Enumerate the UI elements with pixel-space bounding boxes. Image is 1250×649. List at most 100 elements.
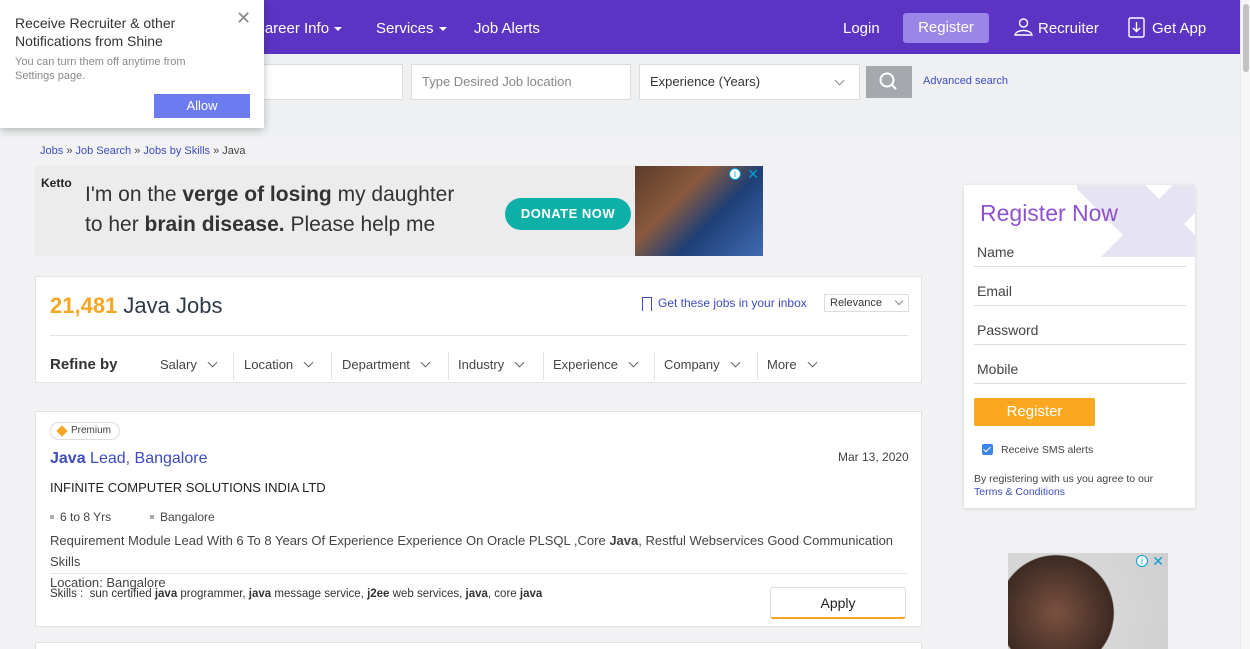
apply-button[interactable]: Apply (770, 587, 906, 619)
filter-industry[interactable]: Industry (458, 357, 525, 372)
register-title: Register Now (980, 200, 1119, 226)
filter-company[interactable]: Company (664, 357, 741, 372)
checkbox-checked-icon[interactable] (982, 444, 993, 455)
premium-badge: Premium (50, 422, 121, 440)
search-button[interactable] (866, 66, 912, 98)
ad-text-part: Please help me (284, 213, 436, 236)
skill-text: , core (487, 588, 520, 600)
chevron-down-icon (807, 357, 818, 368)
caret-down-icon (334, 27, 343, 32)
nav-get-app-label: Get App (1152, 20, 1207, 37)
breadcrumb-separator: » (134, 145, 141, 157)
divider (331, 352, 332, 380)
nav-get-app[interactable]: Get App (1128, 0, 1206, 54)
skill-keyword: java (465, 588, 488, 600)
keyword-input[interactable] (250, 64, 403, 100)
breadcrumb-job-search[interactable]: Job Search (76, 145, 132, 157)
skill-text: message service, (271, 588, 368, 600)
filter-experience[interactable]: Experience (553, 357, 639, 372)
nav-career-info[interactable]: Career Info (254, 0, 343, 54)
premium-badge-label: Premium (71, 425, 112, 436)
ad-close-icon[interactable]: ✕ (1152, 553, 1164, 570)
sort-select-label: Relevance (830, 297, 882, 309)
location-input[interactable]: Type Desired Job location (411, 64, 631, 100)
password-field[interactable]: Password (974, 319, 1186, 345)
divider (233, 352, 234, 380)
sms-alerts-checkbox[interactable]: Receive SMS alerts (982, 444, 1093, 456)
job-location: Bangalore (150, 510, 215, 524)
breadcrumb-jobs-by-skills[interactable]: Jobs by Skills (143, 145, 210, 157)
job-title-rest: Lead, Bangalore (85, 450, 208, 467)
search-icon (879, 72, 897, 90)
get-jobs-inbox-label: Get these jobs in your inbox (658, 296, 807, 310)
job-desc-part: Requirement Module Lead With 6 To 8 Year… (50, 533, 610, 548)
sms-alerts-label: Receive SMS alerts (1001, 444, 1094, 456)
filter-more[interactable]: More (767, 357, 818, 372)
ad-text-bold: brain disease. (144, 213, 285, 236)
chevron-down-icon (730, 357, 741, 368)
nav-services[interactable]: Services (376, 0, 447, 54)
filter-salary[interactable]: Salary (160, 357, 218, 372)
ad-info-icon[interactable]: i (729, 168, 741, 180)
nav-register-button[interactable]: Register (903, 13, 989, 43)
job-experience: 6 to 8 Yrs (50, 510, 111, 524)
job-date: Mar 13, 2020 (838, 450, 909, 464)
popup-subtitle: You can turn them off anytime from Setti… (15, 56, 186, 82)
filter-location[interactable]: Location (244, 357, 314, 372)
name-field[interactable]: Name (974, 241, 1186, 267)
breadcrumb-separator: » (66, 145, 73, 157)
skill-keyword: j2ee (367, 588, 390, 600)
divider (757, 352, 758, 380)
job-title-link[interactable]: Java Lead, Bangalore (50, 450, 207, 468)
close-icon[interactable]: ✕ (236, 8, 251, 29)
page-scrollbar[interactable] (1240, 0, 1250, 649)
filter-label: More (767, 357, 797, 372)
breadcrumb-jobs[interactable]: Jobs (40, 145, 63, 157)
job-desc-keyword: Java (609, 533, 639, 548)
job-location-value: Bangalore (160, 510, 215, 524)
ad-text: I'm on the verge of losing my daughter t… (85, 180, 525, 240)
advanced-search-link[interactable]: Advanced search (923, 75, 1008, 87)
email-field[interactable]: Email (974, 280, 1186, 306)
diamond-icon (56, 425, 68, 437)
get-jobs-inbox-link[interactable]: Get these jobs in your inbox (642, 296, 807, 311)
allow-button[interactable]: Allow (154, 94, 250, 118)
nav-job-alerts[interactable]: Job Alerts (474, 0, 540, 54)
terms-label: By registering with us you agree to our (974, 473, 1154, 485)
ad-donate-button[interactable]: DONATE NOW (505, 198, 631, 230)
sort-select[interactable]: Relevance (824, 294, 909, 312)
bullet-icon (50, 515, 54, 519)
ad-photo (635, 166, 763, 256)
bookmark-icon (642, 296, 652, 311)
breadcrumb-current: Java (222, 145, 246, 157)
job-title-keyword: Java (50, 450, 86, 467)
results-count-label: Java Jobs (123, 293, 223, 318)
job-company[interactable]: INFINITE COMPUTER SOLUTIONS INDIA LTD (50, 480, 326, 495)
caret-down-icon (438, 27, 447, 32)
filter-label: Experience (553, 357, 619, 372)
ad-info-icon[interactable]: i (1136, 555, 1148, 567)
ad-banner[interactable]: Ketto I'm on the verge of losing my daug… (35, 166, 763, 256)
terms-link[interactable]: Terms & Conditions (974, 486, 1065, 498)
register-card: Register Now Name Email Password Mobile … (964, 185, 1195, 508)
side-ad[interactable]: i ✕ (1008, 553, 1168, 649)
download-app-icon (1128, 17, 1145, 38)
skill-text: web services, (389, 588, 466, 600)
nav-login[interactable]: Login (843, 0, 880, 54)
job-card[interactable] (35, 642, 922, 649)
chevron-down-icon (894, 296, 904, 306)
ad-close-icon[interactable]: ✕ (747, 166, 759, 183)
nav-recruiter[interactable]: Recruiter (1014, 0, 1099, 54)
experience-select[interactable]: Experience (Years) (639, 64, 860, 100)
skill-text: programmer, (177, 588, 249, 600)
scrollbar-thumb[interactable] (1243, 4, 1249, 72)
job-card[interactable]: Premium Java Lead, Bangalore Mar 13, 202… (35, 411, 922, 627)
chevron-down-icon (514, 357, 525, 368)
nav-services-label: Services (376, 20, 434, 37)
skill-keyword: java (154, 588, 178, 600)
mobile-field[interactable]: Mobile (974, 358, 1186, 384)
register-button[interactable]: Register (974, 398, 1095, 426)
filter-department[interactable]: Department (342, 357, 431, 372)
skill-text: sun certified (89, 588, 155, 600)
breadcrumb: Jobs » Job Search » Jobs by Skills » Jav… (40, 145, 246, 157)
